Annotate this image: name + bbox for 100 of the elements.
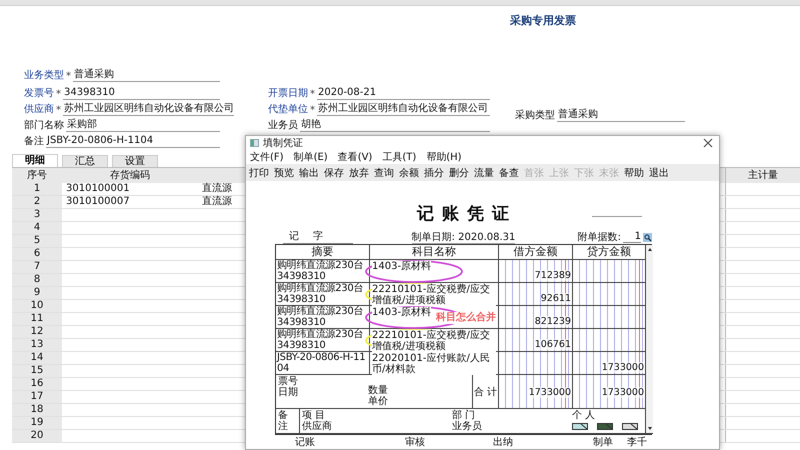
row-number: 8 (12, 274, 62, 286)
toolbar-button[interactable]: 流量 (474, 166, 494, 180)
subject-cell[interactable]: 1403-原材料 (370, 260, 499, 283)
row-number: 1 (12, 183, 62, 195)
summary-cell: 购明纬直流源230台 34398310 (276, 329, 370, 352)
voucher-date: 制单日期: 2020.08.31 (412, 232, 516, 244)
summary-cell: JSBY-20-0806-H-1104 (276, 352, 370, 375)
column-header: 借方金额 (499, 245, 573, 260)
attachments-label: 附单据数: (578, 230, 621, 244)
required-mark: * (56, 105, 61, 116)
attachments-field[interactable]: 1 (623, 231, 641, 243)
input-field[interactable]: JSBY-20-0806-H-1104 (46, 135, 220, 148)
quantity-label: 数量 单价 (368, 384, 389, 407)
tab[interactable]: 明细 (12, 154, 58, 167)
voucher-type: 记 (289, 230, 299, 243)
toolbar-button[interactable]: 输出 (299, 166, 319, 180)
debit-amount: 821239 (534, 316, 571, 327)
window-title: 填制凭证 (263, 136, 304, 150)
column-header: 主计量 (725, 168, 800, 183)
scrollbar[interactable] (646, 245, 653, 434)
menu-item[interactable]: 工具(T) (382, 150, 416, 164)
search-icon[interactable] (643, 232, 652, 242)
card-icon[interactable] (597, 422, 613, 429)
field-label: 供应商 (24, 102, 54, 116)
toolbar-button: 上张 (549, 166, 569, 180)
signature-label: 制单 (593, 436, 613, 449)
table-cell-text: 3010100001 (65, 183, 131, 195)
debit-amount: 712389 (534, 270, 571, 281)
tab[interactable]: 汇总 (62, 155, 108, 167)
column-header: 科目名称 (370, 245, 499, 260)
row-number: 20 (12, 430, 62, 442)
personal-label: 个 人 (572, 410, 596, 421)
column-header: 存货编码 (109, 168, 151, 183)
toolbar-button[interactable]: 预览 (274, 166, 294, 180)
department-clerk-labels: 部 门 业务员 (451, 409, 483, 433)
signature-label: 出纳 (493, 436, 514, 449)
tab[interactable]: 设置 (112, 155, 158, 167)
card-icon[interactable] (572, 422, 588, 429)
table-cell-text: 直流源 (201, 183, 233, 195)
toolbar-button[interactable]: 插分 (424, 166, 444, 180)
voucher-heading: 记 账 凭 证 (416, 203, 511, 225)
credit-amount: 1733000 (602, 362, 644, 373)
row-number: 18 (12, 404, 62, 416)
toolbar-button[interactable]: 退出 (649, 166, 669, 180)
required-mark: * (310, 89, 315, 100)
input-field[interactable]: 苏州工业园区明纬自动化设备有限公司 (317, 103, 490, 116)
required-mark: * (66, 71, 71, 82)
toolbar-button[interactable]: 查询 (374, 166, 394, 180)
summary-cell: 购明纬直流源230台 34398310 (276, 260, 370, 283)
subject-cell[interactable]: 1403-原材料 科目怎么合并 (370, 306, 499, 329)
signature-label: 审核 (405, 436, 426, 449)
document-title: 采购专用发票 (509, 13, 577, 29)
input-field[interactable]: 2020-08-21 (317, 87, 490, 100)
required-mark: * (310, 105, 315, 116)
row-number: 6 (12, 248, 62, 260)
total-label: 合 计 (473, 375, 499, 409)
input-field[interactable]: 普通采购 (557, 109, 685, 122)
row-number: 11 (12, 313, 62, 325)
close-button[interactable] (703, 137, 715, 149)
row-number: 13 (12, 339, 62, 351)
table-cell-text: 直流源 (201, 196, 233, 208)
debit-total: 1733000 (528, 387, 571, 398)
row-number: 7 (12, 261, 62, 273)
summary-cell: 购明纬直流源230台 34398310 (276, 306, 370, 329)
toolbar-button[interactable]: 余额 (399, 166, 419, 180)
subject-cell[interactable]: 22020101-应付账款/人民币/材料款 (370, 352, 499, 375)
toolbar-button[interactable]: 打印 (249, 166, 269, 180)
input-field[interactable]: 普通采购 (73, 69, 220, 82)
toolbar-button[interactable]: 保存 (324, 166, 344, 180)
row-number: 5 (12, 235, 62, 247)
row-number: 3 (12, 209, 62, 221)
row-number: 14 (12, 352, 62, 364)
menu-item[interactable]: 查看(V) (338, 150, 372, 164)
menu-item[interactable]: 帮助(H) (426, 150, 462, 164)
toolbar-button[interactable]: 帮助 (624, 166, 644, 180)
toolbar-button[interactable]: 删分 (449, 166, 469, 180)
annotation-text: 科目怎么合并 (436, 312, 496, 324)
row-number: 12 (12, 326, 62, 338)
card-icon[interactable] (622, 422, 638, 429)
toolbar-button[interactable]: 备查 (499, 166, 519, 180)
field-label: 部门名称 (24, 118, 64, 132)
menu-item[interactable]: 文件(F) (250, 150, 284, 164)
ticket-label: 票号 日期 (278, 376, 299, 400)
input-field[interactable]: 胡艳 (300, 119, 490, 132)
row-number: 15 (12, 365, 62, 377)
toolbar-button[interactable]: 放弃 (349, 166, 369, 180)
input-field[interactable]: 34398310 (63, 87, 220, 100)
menu-item[interactable]: 制单(E) (294, 150, 328, 164)
signature-label: 记账 (295, 436, 316, 449)
field-label: 采购类型 (515, 108, 555, 122)
row-number: 19 (12, 417, 62, 429)
voucher-type-field[interactable]: 记 字 (283, 229, 353, 244)
input-field[interactable]: 苏州工业园区明纬自动化设备有限公司 (63, 103, 234, 116)
input-field[interactable]: 采购部 (66, 119, 220, 132)
row-number: 9 (12, 287, 62, 299)
toolbar-button: 首张 (524, 166, 544, 180)
field-label: 代垫单位 (268, 102, 308, 116)
column-header: 摘要 (276, 245, 370, 260)
field-label: 发票号 (24, 87, 54, 100)
row-number: 4 (12, 222, 62, 234)
